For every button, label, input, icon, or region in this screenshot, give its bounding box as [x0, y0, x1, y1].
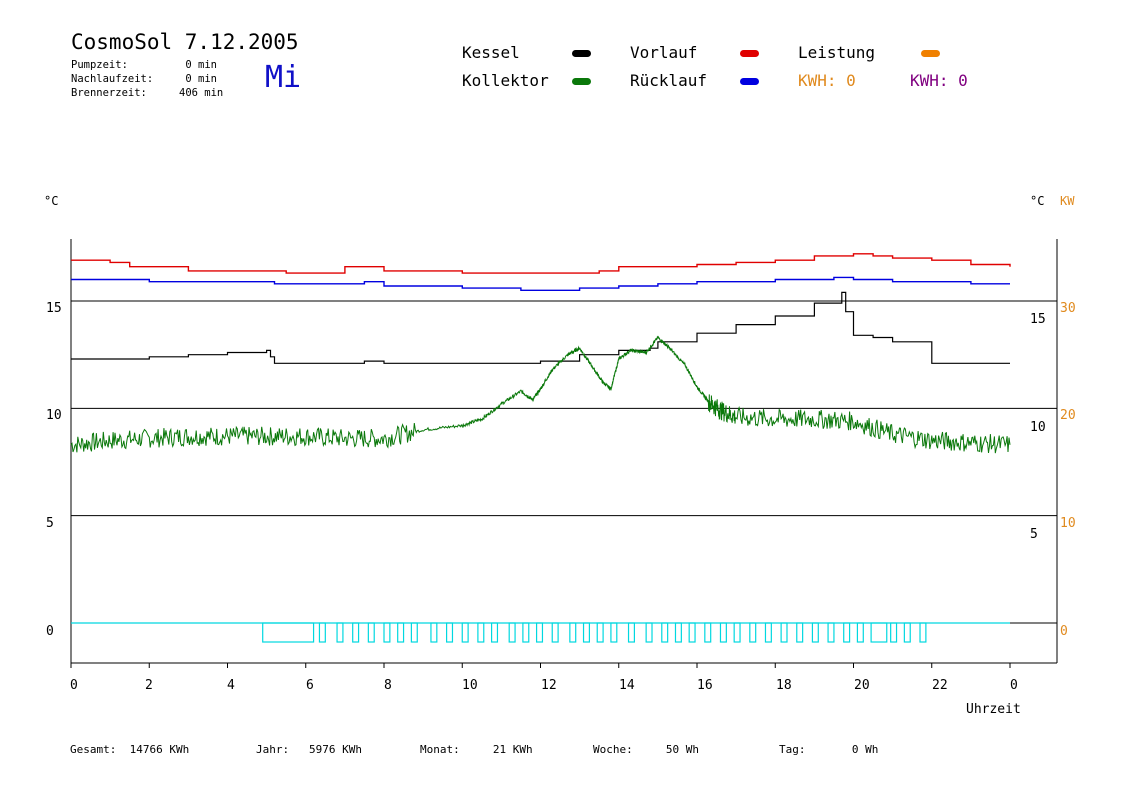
- series-lines: [70, 253, 1011, 454]
- pump-interval: [903, 622, 911, 643]
- pump-interval: [688, 622, 696, 643]
- pump-interval: [522, 622, 530, 643]
- pump-interval: [780, 622, 788, 643]
- pump-interval: [704, 622, 712, 643]
- footer-value: 21 KWh: [492, 743, 533, 756]
- pump-interval: [490, 622, 499, 643]
- series-line-ruecklauf: [71, 276, 1010, 291]
- pump-interval: [856, 622, 864, 643]
- footer-value: 14766 KWh: [129, 743, 190, 756]
- pump-interval: [645, 622, 653, 643]
- pump-interval: [262, 622, 315, 643]
- footer-value: 0 Wh: [851, 743, 879, 756]
- series-line-kessel: [71, 291, 1010, 364]
- pump-interval: [749, 622, 757, 643]
- footer-gesamt: Gesamt: 14766 KWh: [70, 743, 189, 756]
- grid-lines: [71, 300, 1057, 624]
- footer-label: Gesamt:: [70, 743, 117, 756]
- pump-interval: [796, 622, 804, 643]
- pump-interval: [508, 622, 516, 643]
- footer-value: 5976 KWh: [309, 743, 362, 756]
- footer-value: 50 Wh: [665, 743, 699, 756]
- pump-interval: [661, 622, 669, 643]
- footer-monat: Monat: 21 KWh: [420, 743, 533, 756]
- pump-interval: [430, 622, 438, 643]
- pump-interval: [919, 622, 927, 643]
- pump-interval: [477, 622, 485, 643]
- pump-intervals: [71, 622, 1010, 643]
- pump-interval: [733, 622, 741, 643]
- pump-interval: [827, 622, 835, 643]
- pump-interval: [627, 622, 636, 643]
- pump-interval: [461, 622, 469, 643]
- footer-label: Jahr:: [256, 743, 290, 756]
- series-line-vorlauf: [71, 253, 1011, 274]
- pump-interval: [367, 622, 375, 643]
- pump-interval: [610, 622, 618, 643]
- pump-interval: [764, 622, 772, 643]
- pump-interval: [410, 622, 418, 643]
- footer-label: Woche:: [593, 743, 633, 756]
- temperature-chart: [70, 239, 1058, 668]
- pump-interval: [890, 622, 898, 643]
- pump-interval: [674, 622, 682, 643]
- pump-interval: [383, 622, 391, 643]
- pump-interval: [336, 622, 344, 643]
- pump-interval: [843, 622, 851, 643]
- pump-interval: [446, 622, 454, 643]
- pump-interval: [582, 622, 591, 643]
- footer-tag: Tag: 0 Wh: [779, 743, 878, 756]
- pump-interval: [719, 622, 727, 643]
- pump-interval: [811, 622, 819, 643]
- pump-interval: [569, 622, 577, 643]
- pump-interval: [870, 622, 888, 643]
- pump-interval: [551, 622, 559, 643]
- pump-interval: [535, 622, 544, 643]
- axes: [70, 239, 1058, 668]
- pump-interval: [318, 622, 326, 643]
- footer-jahr: Jahr: 5976 KWh: [256, 743, 362, 756]
- pump-interval: [596, 622, 604, 643]
- pump-interval: [397, 622, 405, 643]
- pump-interval: [352, 622, 360, 643]
- footer-label: Monat:: [420, 743, 460, 756]
- footer-woche: Woche: 50 Wh: [593, 743, 699, 756]
- footer-label: Tag:: [779, 743, 806, 756]
- series-line-kollektor: [70, 335, 1011, 454]
